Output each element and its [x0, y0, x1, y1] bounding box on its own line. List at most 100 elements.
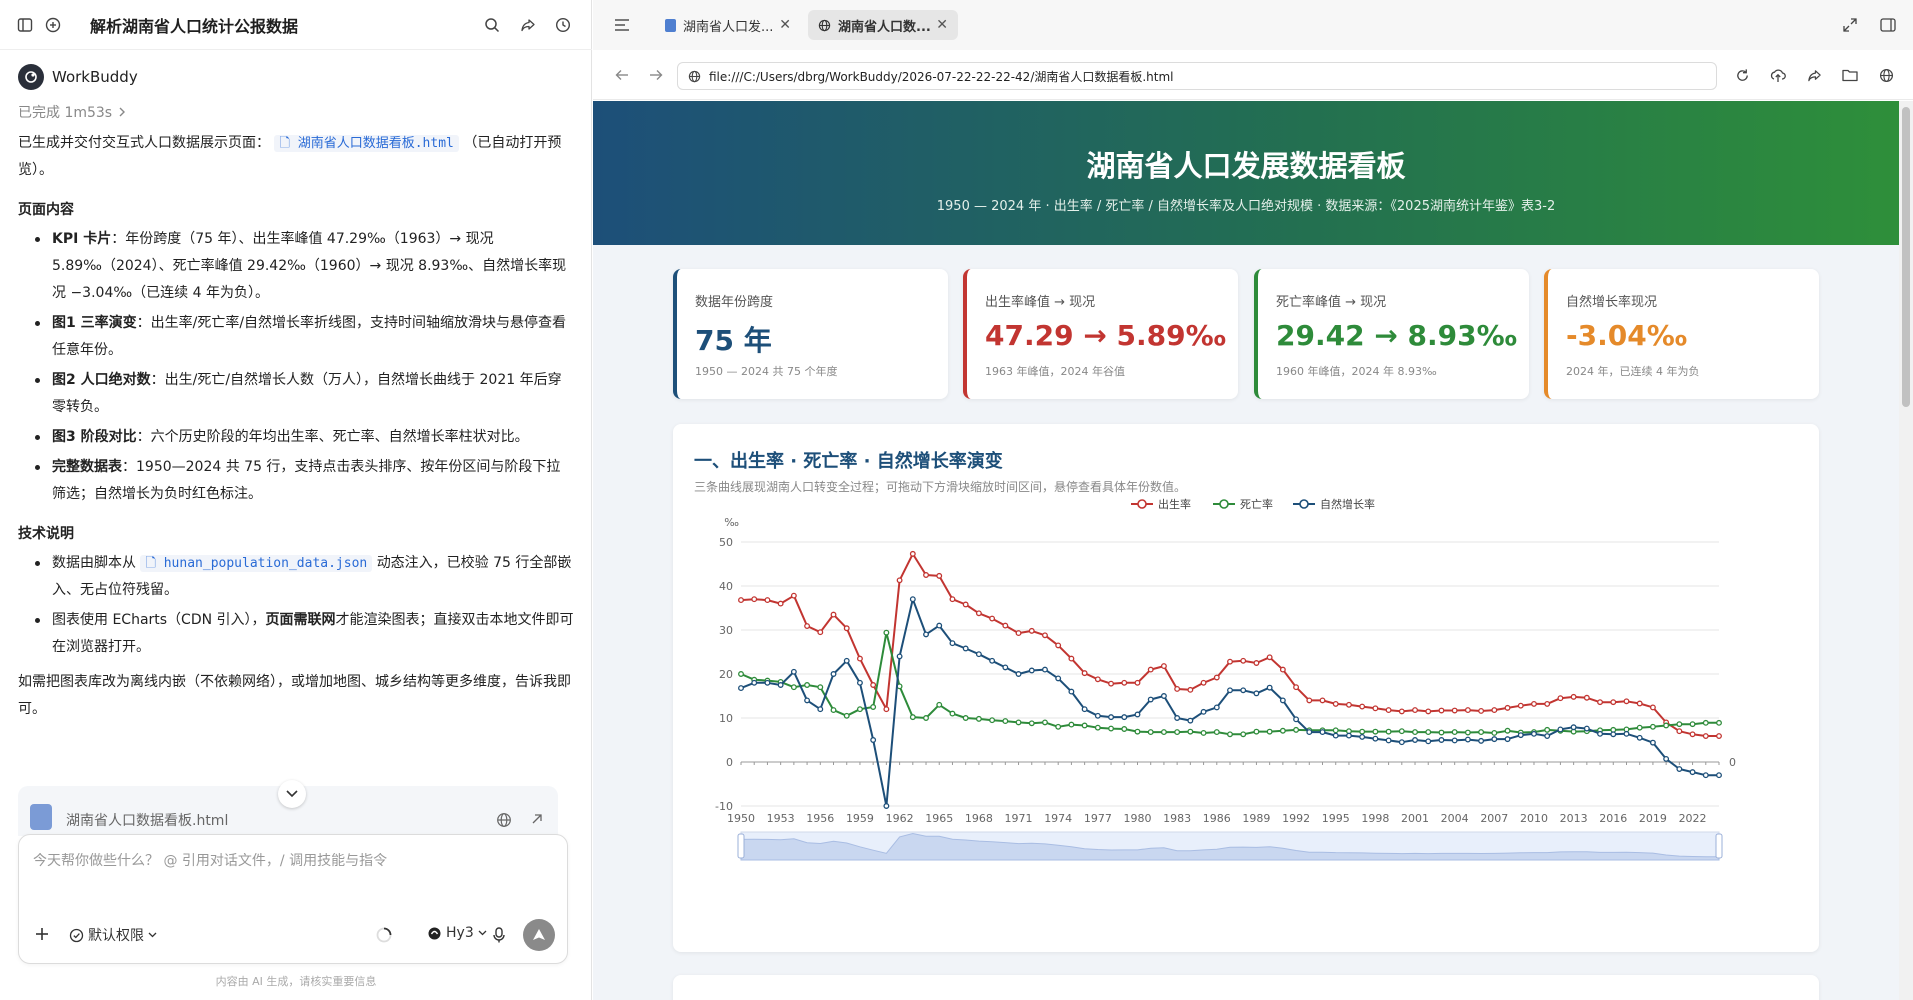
close-icon[interactable]: ✕: [936, 17, 948, 33]
scrollbar-thumb[interactable]: [1902, 107, 1910, 407]
data-point: [804, 697, 811, 704]
split-view-icon[interactable]: [1877, 14, 1899, 36]
kpi-card-birth-rate: 出生率峰值 → 现况 47.29 → 5.89‰ 1963 年峰值，2024 年…: [963, 269, 1238, 399]
data-point: [1517, 732, 1524, 739]
share-icon[interactable]: [517, 14, 539, 36]
data-point: [1279, 727, 1286, 734]
data-point: [1504, 727, 1511, 734]
rates-line-chart[interactable]: -1001020304050‰01950 1953 1956 1959 1962 1965…: [673, 424, 1819, 952]
x-tick-label: 1971: [1005, 812, 1033, 825]
y-tick-label: 50: [719, 536, 733, 549]
history-icon[interactable]: [552, 14, 574, 36]
globe-icon[interactable]: [496, 812, 512, 828]
search-icon[interactable]: [481, 14, 503, 36]
file-icon: 🗋: [145, 556, 156, 571]
send-button[interactable]: [523, 919, 555, 951]
open-external-icon[interactable]: [530, 812, 544, 826]
data-point: [975, 610, 982, 617]
data-point: [1332, 700, 1339, 707]
list-item: 数据由脚本从 🗋 hunan_population_data.json 动态注入…: [18, 550, 574, 604]
data-point: [1213, 674, 1220, 681]
data-point: [817, 629, 824, 636]
data-point: [856, 655, 863, 662]
kpi-subtext: 1950 — 2024 共 75 个年度: [695, 365, 838, 378]
close-icon[interactable]: ✕: [779, 17, 791, 33]
data-point: [1213, 704, 1220, 711]
y-tick-label: 10: [719, 712, 733, 725]
data-point: [1160, 729, 1167, 736]
zoom-slider-handle[interactable]: [1715, 833, 1723, 859]
data-point: [1319, 697, 1326, 704]
composer-input[interactable]: [33, 853, 553, 869]
agent-avatar: [18, 64, 44, 90]
data-point: [1451, 707, 1458, 714]
data-point: [830, 611, 837, 618]
share-icon[interactable]: [1803, 64, 1825, 86]
data-point: [909, 596, 916, 603]
new-chat-icon[interactable]: [42, 14, 64, 36]
data-point: [1372, 735, 1379, 742]
data-point: [1227, 687, 1233, 694]
globe-icon[interactable]: [1875, 64, 1897, 86]
permission-selector[interactable]: 默认权限: [69, 925, 157, 945]
data-point: [843, 625, 850, 632]
microphone-icon[interactable]: [491, 926, 507, 944]
data-point: [1398, 708, 1405, 715]
data-point: [830, 707, 837, 714]
back-icon[interactable]: [611, 64, 633, 86]
data-point: [1015, 719, 1022, 726]
data-point: [1716, 733, 1722, 739]
model-selector[interactable]: Hy3: [427, 925, 487, 941]
kpi-label: 死亡率峰值 → 现况: [1276, 295, 1387, 310]
expand-icon[interactable]: [1839, 14, 1861, 36]
data-point: [1649, 704, 1656, 711]
x-tick-label: 1986: [1203, 812, 1231, 825]
kpi-subtext: 1960 年峰值，2024 年 8.93‰: [1276, 365, 1437, 378]
x-tick-label: 2022: [1679, 812, 1707, 825]
data-point: [949, 596, 956, 603]
data-point: [843, 712, 850, 719]
reload-icon[interactable]: [1731, 64, 1753, 86]
dashboard-header: 湖南省人口发展数据看板 1950 — 2024 年 · 出生率 / 死亡率 / …: [593, 101, 1899, 245]
data-point: [1544, 733, 1551, 739]
data-point: [1425, 708, 1432, 715]
data-point: [1042, 719, 1048, 726]
x-tick-label: 1977: [1084, 812, 1112, 825]
data-point: [1240, 687, 1247, 694]
tab-dashboard[interactable]: 湖南省人口数... ✕: [808, 10, 958, 40]
file-link-json[interactable]: 🗋 hunan_population_data.json: [140, 555, 373, 572]
sidebar-toggle-icon[interactable]: [14, 14, 36, 36]
upload-icon[interactable]: [1767, 64, 1789, 86]
folder-icon[interactable]: [1839, 64, 1861, 86]
completion-status[interactable]: 已完成 1m53s: [18, 102, 574, 122]
data-point: [1147, 729, 1154, 736]
list-item: 完整数据表：1950—2024 共 75 行，支持点击表头排序、按年份区间与阶段…: [18, 454, 574, 508]
intro-text: 已生成并交付交互式人口数据展示页面：: [18, 135, 270, 151]
data-point: [1649, 739, 1656, 746]
data-point: [1042, 632, 1048, 639]
data-point: [1055, 675, 1062, 682]
data-point: [1464, 736, 1471, 743]
right-axis-label: 0: [1729, 756, 1736, 769]
add-attachment-button[interactable]: [33, 925, 51, 943]
kpi-label: 出生率峰值 → 现况: [985, 295, 1096, 310]
closing-paragraph: 如需把图表库改为离线内嵌（不依赖网络），或增加地图、城乡结构等更多维度，告诉我即…: [18, 674, 571, 717]
collapse-button[interactable]: [278, 780, 306, 808]
scrollbar[interactable]: [1899, 101, 1913, 1000]
tab-report[interactable]: 湖南省人口发... ✕: [655, 10, 801, 40]
file-link-dashboard[interactable]: 🗋 湖南省人口数据看板.html: [274, 135, 459, 152]
data-point: [896, 653, 903, 660]
data-point: [1094, 712, 1101, 719]
zoom-slider-handle[interactable]: [737, 833, 745, 859]
data-point: [1028, 720, 1035, 727]
data-point: [1121, 726, 1128, 732]
data-point: [1279, 697, 1286, 704]
forward-icon[interactable]: [645, 64, 667, 86]
menu-icon[interactable]: [611, 14, 633, 36]
data-point: [1517, 702, 1524, 709]
address-bar[interactable]: file:///C:/Users/dbrg/WorkBuddy/2026-07-…: [677, 62, 1717, 90]
data-point: [1253, 690, 1260, 697]
data-point: [1160, 693, 1167, 699]
data-point: [1359, 728, 1366, 735]
x-tick-label: 1995: [1322, 812, 1350, 825]
